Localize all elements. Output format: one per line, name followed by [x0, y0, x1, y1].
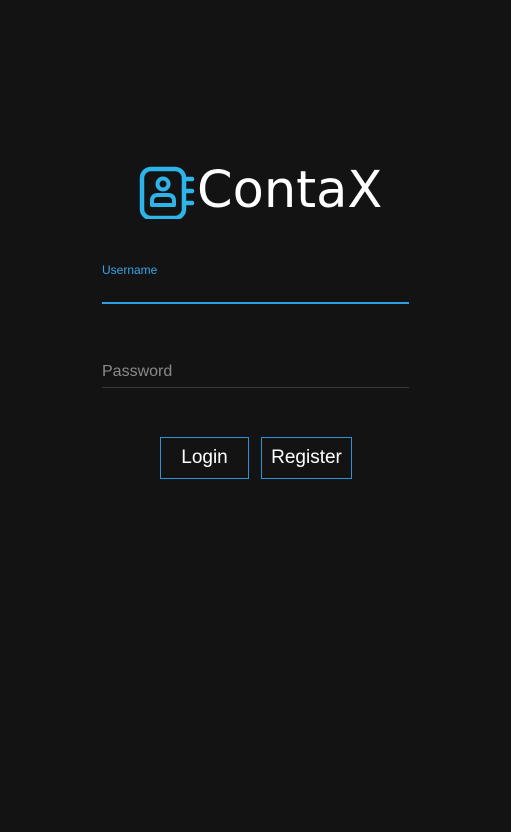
contact-book-icon [139, 163, 195, 219]
register-button[interactable]: Register [261, 437, 352, 479]
username-field: Username [102, 260, 409, 304]
password-field [102, 356, 409, 388]
username-label: Username [102, 263, 158, 277]
password-input[interactable] [102, 356, 409, 388]
app-name: ContaX [197, 160, 383, 220]
app-logo: ContaX [139, 160, 382, 222]
username-input[interactable] [102, 278, 409, 304]
login-button[interactable]: Login [160, 437, 249, 479]
